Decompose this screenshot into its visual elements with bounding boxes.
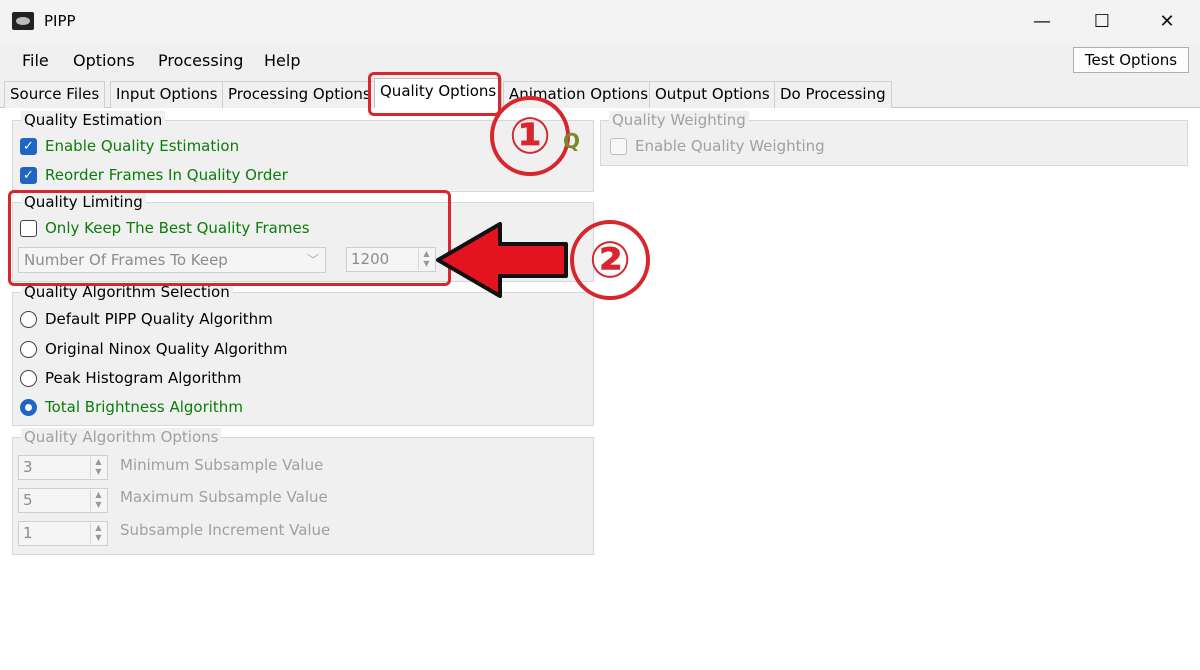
tab-strip: Source Files Input Options Processing Op… xyxy=(0,78,1200,109)
tab-input-options[interactable]: Input Options xyxy=(110,81,224,108)
reorder-frames-checkbox[interactable]: ✓ xyxy=(20,166,37,184)
close-button[interactable]: ✕ xyxy=(1147,8,1187,36)
inc-subsample-value: 1 xyxy=(23,524,33,542)
enable-quality-estimation-row[interactable]: ✓ Enable Quality Estimation xyxy=(20,137,239,155)
menu-processing[interactable]: Processing xyxy=(158,51,243,70)
q-glyph-icon: Q xyxy=(563,129,581,153)
min-subsample-spinner[interactable]: 3 ▲ ▼ xyxy=(18,455,108,480)
quality-weighting-title: Quality Weighting xyxy=(609,111,749,129)
annotation-step-1: ① xyxy=(490,96,570,176)
min-subsample-value: 3 xyxy=(23,458,33,476)
min-subsample-label: Minimum Subsample Value xyxy=(120,456,324,474)
radio-original-ninox[interactable] xyxy=(20,340,37,358)
annotation-arrow-icon xyxy=(436,222,568,298)
algorithm-option-label: Peak Histogram Algorithm xyxy=(45,369,242,387)
quality-estimation-title: Quality Estimation xyxy=(21,111,166,129)
algorithm-option-row[interactable]: Original Ninox Quality Algorithm xyxy=(20,340,288,358)
radio-total-brightness[interactable] xyxy=(20,398,37,416)
maximize-button[interactable]: ☐ xyxy=(1082,8,1122,36)
max-subsample-label: Maximum Subsample Value xyxy=(120,488,328,506)
test-options-button[interactable]: Test Options xyxy=(1073,47,1189,73)
tab-do-processing[interactable]: Do Processing xyxy=(774,81,892,108)
menu-file[interactable]: File xyxy=(22,51,49,70)
algorithm-options-group: Quality Algorithm Options 3 ▲ ▼ Minimum S… xyxy=(12,428,594,555)
menu-bar: File Options Processing Help xyxy=(0,44,1200,76)
enable-quality-estimation-label: Enable Quality Estimation xyxy=(45,137,240,155)
enable-quality-weighting-checkbox[interactable] xyxy=(610,137,627,155)
inc-subsample-label: Subsample Increment Value xyxy=(120,521,331,539)
enable-quality-weighting-label: Enable Quality Weighting xyxy=(635,137,825,155)
app-logo-icon xyxy=(12,12,34,30)
menu-help[interactable]: Help xyxy=(264,51,300,70)
max-subsample-value: 5 xyxy=(23,491,33,509)
reorder-frames-label: Reorder Frames In Quality Order xyxy=(45,166,288,184)
enable-quality-weighting-row[interactable]: Enable Quality Weighting xyxy=(610,137,825,155)
reorder-frames-row[interactable]: ✓ Reorder Frames In Quality Order xyxy=(20,166,288,184)
radio-default-pipp[interactable] xyxy=(20,310,37,328)
inc-subsample-spinner[interactable]: 1 ▲ ▼ xyxy=(18,521,108,546)
tab-source-files[interactable]: Source Files xyxy=(4,81,106,108)
spinner-arrows-icon[interactable]: ▲ ▼ xyxy=(90,457,106,478)
algorithm-option-row[interactable]: Peak Histogram Algorithm xyxy=(20,369,241,387)
title-bar: PIPP — ☐ ✕ xyxy=(0,0,1200,44)
minimize-button[interactable]: — xyxy=(1022,8,1062,36)
annotation-highlight-tab xyxy=(368,72,501,116)
max-subsample-spinner[interactable]: 5 ▲ ▼ xyxy=(18,488,108,513)
annotation-highlight-limiting xyxy=(8,190,451,286)
algorithm-option-row[interactable]: Total Brightness Algorithm xyxy=(20,398,243,416)
window-title: PIPP xyxy=(44,12,76,30)
spinner-arrows-icon[interactable]: ▲ ▼ xyxy=(90,490,106,511)
algorithm-option-row[interactable]: Default PIPP Quality Algorithm xyxy=(20,310,273,328)
radio-peak-histogram[interactable] xyxy=(20,369,37,387)
spinner-arrows-icon[interactable]: ▲ ▼ xyxy=(90,523,106,544)
algorithm-selection-group: Quality Algorithm Selection Default PIPP… xyxy=(12,283,594,426)
annotation-step-2: ② xyxy=(570,220,650,300)
tab-output-options[interactable]: Output Options xyxy=(649,81,776,108)
algorithm-option-label: Original Ninox Quality Algorithm xyxy=(45,340,288,358)
quality-weighting-group: Quality Weighting Enable Quality Weighti… xyxy=(600,111,1188,166)
algorithm-option-label: Default PIPP Quality Algorithm xyxy=(45,310,273,328)
algorithm-options-title: Quality Algorithm Options xyxy=(21,428,222,446)
enable-quality-estimation-checkbox[interactable]: ✓ xyxy=(20,137,37,155)
tab-processing-options[interactable]: Processing Options xyxy=(222,81,377,108)
menu-options[interactable]: Options xyxy=(73,51,135,70)
algorithm-option-label: Total Brightness Algorithm xyxy=(45,398,243,416)
